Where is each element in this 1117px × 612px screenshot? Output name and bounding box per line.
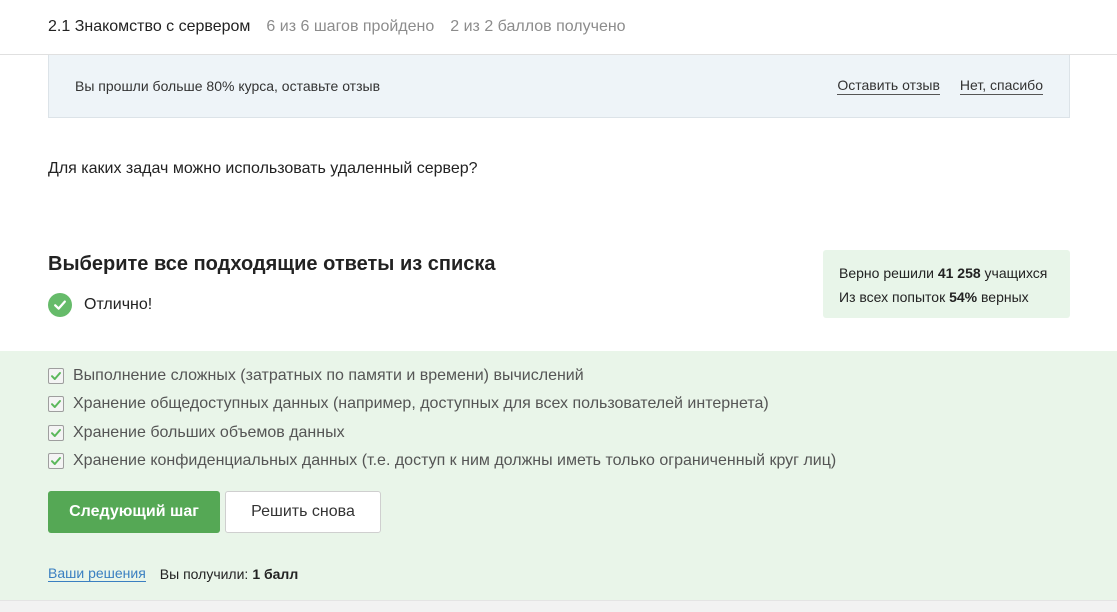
checkbox-checked-icon[interactable]: [48, 368, 64, 384]
leave-review-link[interactable]: Оставить отзыв: [837, 77, 940, 95]
lesson-title: 2.1 Знакомство с сервером: [48, 18, 251, 35]
option-1[interactable]: Выполнение сложных (затратных по памяти …: [48, 367, 584, 385]
stats-attempts: Из всех попыток 54% верных: [839, 285, 1054, 309]
stats-solved-suffix: учащихся: [980, 265, 1048, 281]
stats-attempts-percent: 54%: [949, 289, 978, 305]
review-banner-message: Вы прошли больше 80% курса, оставьте отз…: [75, 78, 381, 94]
stats-box: Верно решили 41 258 учащихся Из всех поп…: [823, 250, 1070, 318]
you-got-label: Вы получили:: [159, 565, 249, 582]
your-solutions-link[interactable]: Ваши решения: [48, 565, 146, 582]
result-footer: Ваши решения Вы получили: 1 балл: [48, 565, 298, 582]
stats-solved-count: 41 258: [937, 265, 981, 281]
lesson-header: 2.1 Знакомство с сервером 6 из 6 шагов п…: [0, 0, 1117, 55]
option-label: Выполнение сложных (затратных по памяти …: [73, 367, 584, 384]
verdict: Отлично!: [48, 293, 152, 317]
check-circle-icon: [48, 293, 72, 317]
stats-attempts-prefix: Из всех попыток: [839, 289, 950, 305]
question-text: Для каких задач можно использовать удале…: [48, 160, 478, 177]
checkbox-checked-icon[interactable]: [48, 396, 64, 412]
steps-progress: 6 из 6 шагов пройдено: [266, 18, 435, 35]
bottom-divider: [0, 600, 1117, 612]
option-2[interactable]: Хранение общедоступных данных (например,…: [48, 395, 769, 413]
stats-attempts-suffix: верных: [977, 289, 1029, 305]
points-progress: 2 из 2 баллов получено: [450, 18, 626, 35]
stats-solved-prefix: Верно решили: [839, 265, 938, 281]
option-label: Хранение больших объемов данных: [73, 424, 345, 441]
verdict-text: Отлично!: [84, 296, 153, 313]
points-earned: 1 балл: [252, 565, 299, 582]
no-thanks-link[interactable]: Нет, спасибо: [959, 77, 1043, 95]
checkbox-checked-icon[interactable]: [48, 425, 64, 441]
option-3[interactable]: Хранение больших объемов данных: [48, 424, 345, 442]
option-label: Хранение общедоступных данных (например,…: [73, 395, 769, 412]
option-4[interactable]: Хранение конфиденциальных данных (т.е. д…: [48, 452, 836, 470]
answers-panel: [0, 351, 1117, 600]
solve-again-button[interactable]: Решить снова: [225, 491, 381, 533]
option-label: Хранение конфиденциальных данных (т.е. д…: [73, 452, 837, 469]
task-title: Выберите все подходящие ответы из списка: [48, 253, 496, 275]
checkbox-checked-icon[interactable]: [48, 453, 64, 469]
next-step-button[interactable]: Следующий шаг: [48, 491, 220, 533]
review-banner: Вы прошли больше 80% курса, оставьте отз…: [48, 55, 1070, 118]
stats-solved: Верно решили 41 258 учащихся: [839, 261, 1054, 285]
